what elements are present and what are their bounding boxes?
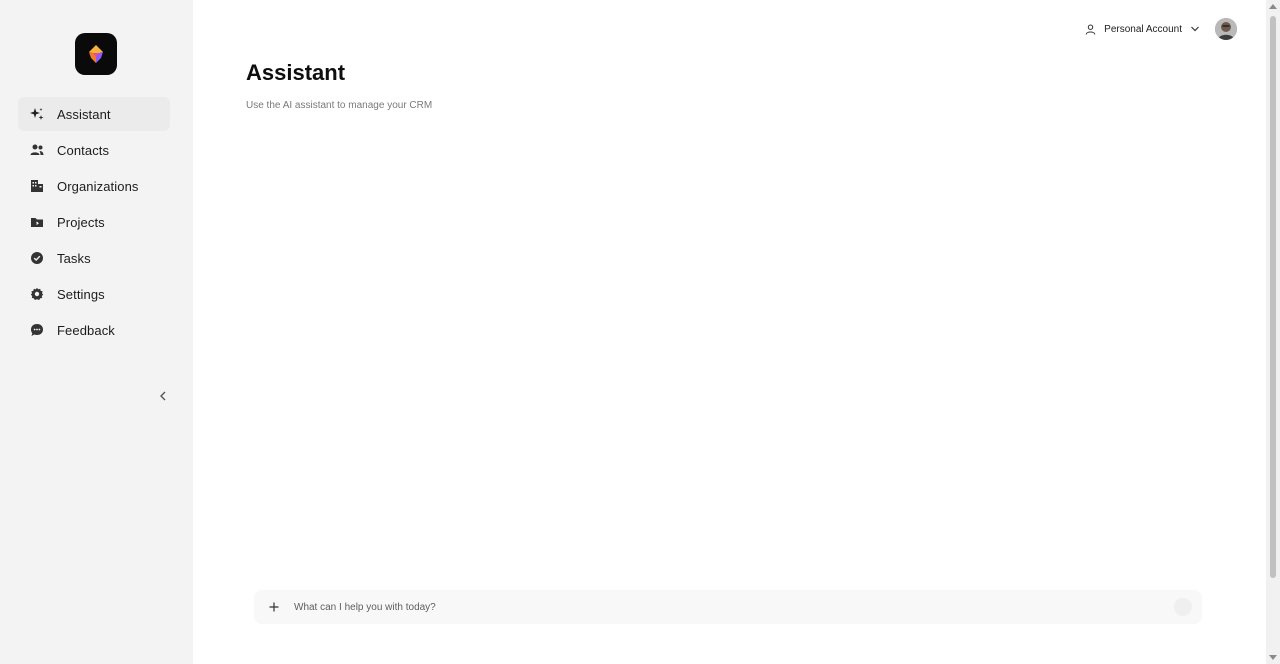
send-icon[interactable]	[1174, 598, 1192, 616]
sidebar-collapse-button[interactable]	[155, 388, 171, 404]
sidebar-nav: Assistant Contacts Organizations Project…	[18, 97, 170, 349]
sidebar-item-label: Contacts	[57, 142, 110, 158]
sidebar-item-feedback[interactable]: Feedback	[18, 313, 170, 347]
app-logo[interactable]	[75, 33, 117, 75]
chevron-left-icon	[160, 391, 166, 401]
scroll-up-icon[interactable]	[1269, 4, 1277, 9]
sidebar-item-label: Projects	[57, 214, 105, 230]
check-circle-icon	[30, 251, 44, 265]
sidebar-item-label: Settings	[57, 286, 105, 302]
sidebar-item-contacts[interactable]: Contacts	[18, 133, 170, 167]
chat-input[interactable]	[294, 601, 1174, 613]
scrollbar[interactable]	[1266, 0, 1280, 664]
gear-icon	[30, 287, 44, 301]
sidebar-item-label: Feedback	[57, 322, 115, 338]
sparkles-icon	[30, 107, 44, 121]
app-root: Assistant Contacts Organizations Project…	[0, 0, 1280, 664]
chat-composer	[254, 590, 1202, 624]
account-label: Personal Account	[1104, 23, 1182, 35]
building-icon	[30, 179, 44, 193]
sidebar-item-settings[interactable]: Settings	[18, 277, 170, 311]
page-subtitle: Use the AI assistant to manage your CRM	[246, 100, 433, 111]
users-icon	[30, 143, 44, 157]
sidebar-item-tasks[interactable]: Tasks	[18, 241, 170, 275]
sidebar-item-label: Assistant	[57, 106, 111, 122]
sidebar-item-label: Organizations	[57, 178, 139, 194]
chat-bubble-icon	[30, 323, 44, 337]
scrollbar-thumb[interactable]	[1270, 16, 1276, 578]
sidebar: Assistant Contacts Organizations Project…	[0, 0, 193, 664]
main-content: Personal Account Assistant Use the AI as…	[193, 0, 1280, 664]
page-title: Assistant	[246, 60, 346, 85]
folder-icon	[30, 215, 44, 229]
sidebar-item-projects[interactable]: Projects	[18, 205, 170, 239]
app-logo-icon	[89, 45, 103, 63]
scroll-down-icon[interactable]	[1269, 655, 1277, 660]
sidebar-item-organizations[interactable]: Organizations	[18, 169, 170, 203]
avatar[interactable]	[1215, 18, 1237, 40]
sidebar-item-assistant[interactable]: Assistant	[18, 97, 170, 131]
sidebar-item-label: Tasks	[57, 250, 91, 266]
chevron-down-icon	[1191, 26, 1199, 32]
user-icon	[1085, 24, 1096, 35]
account-switcher[interactable]: Personal Account	[1085, 20, 1200, 38]
plus-icon[interactable]	[266, 599, 282, 615]
